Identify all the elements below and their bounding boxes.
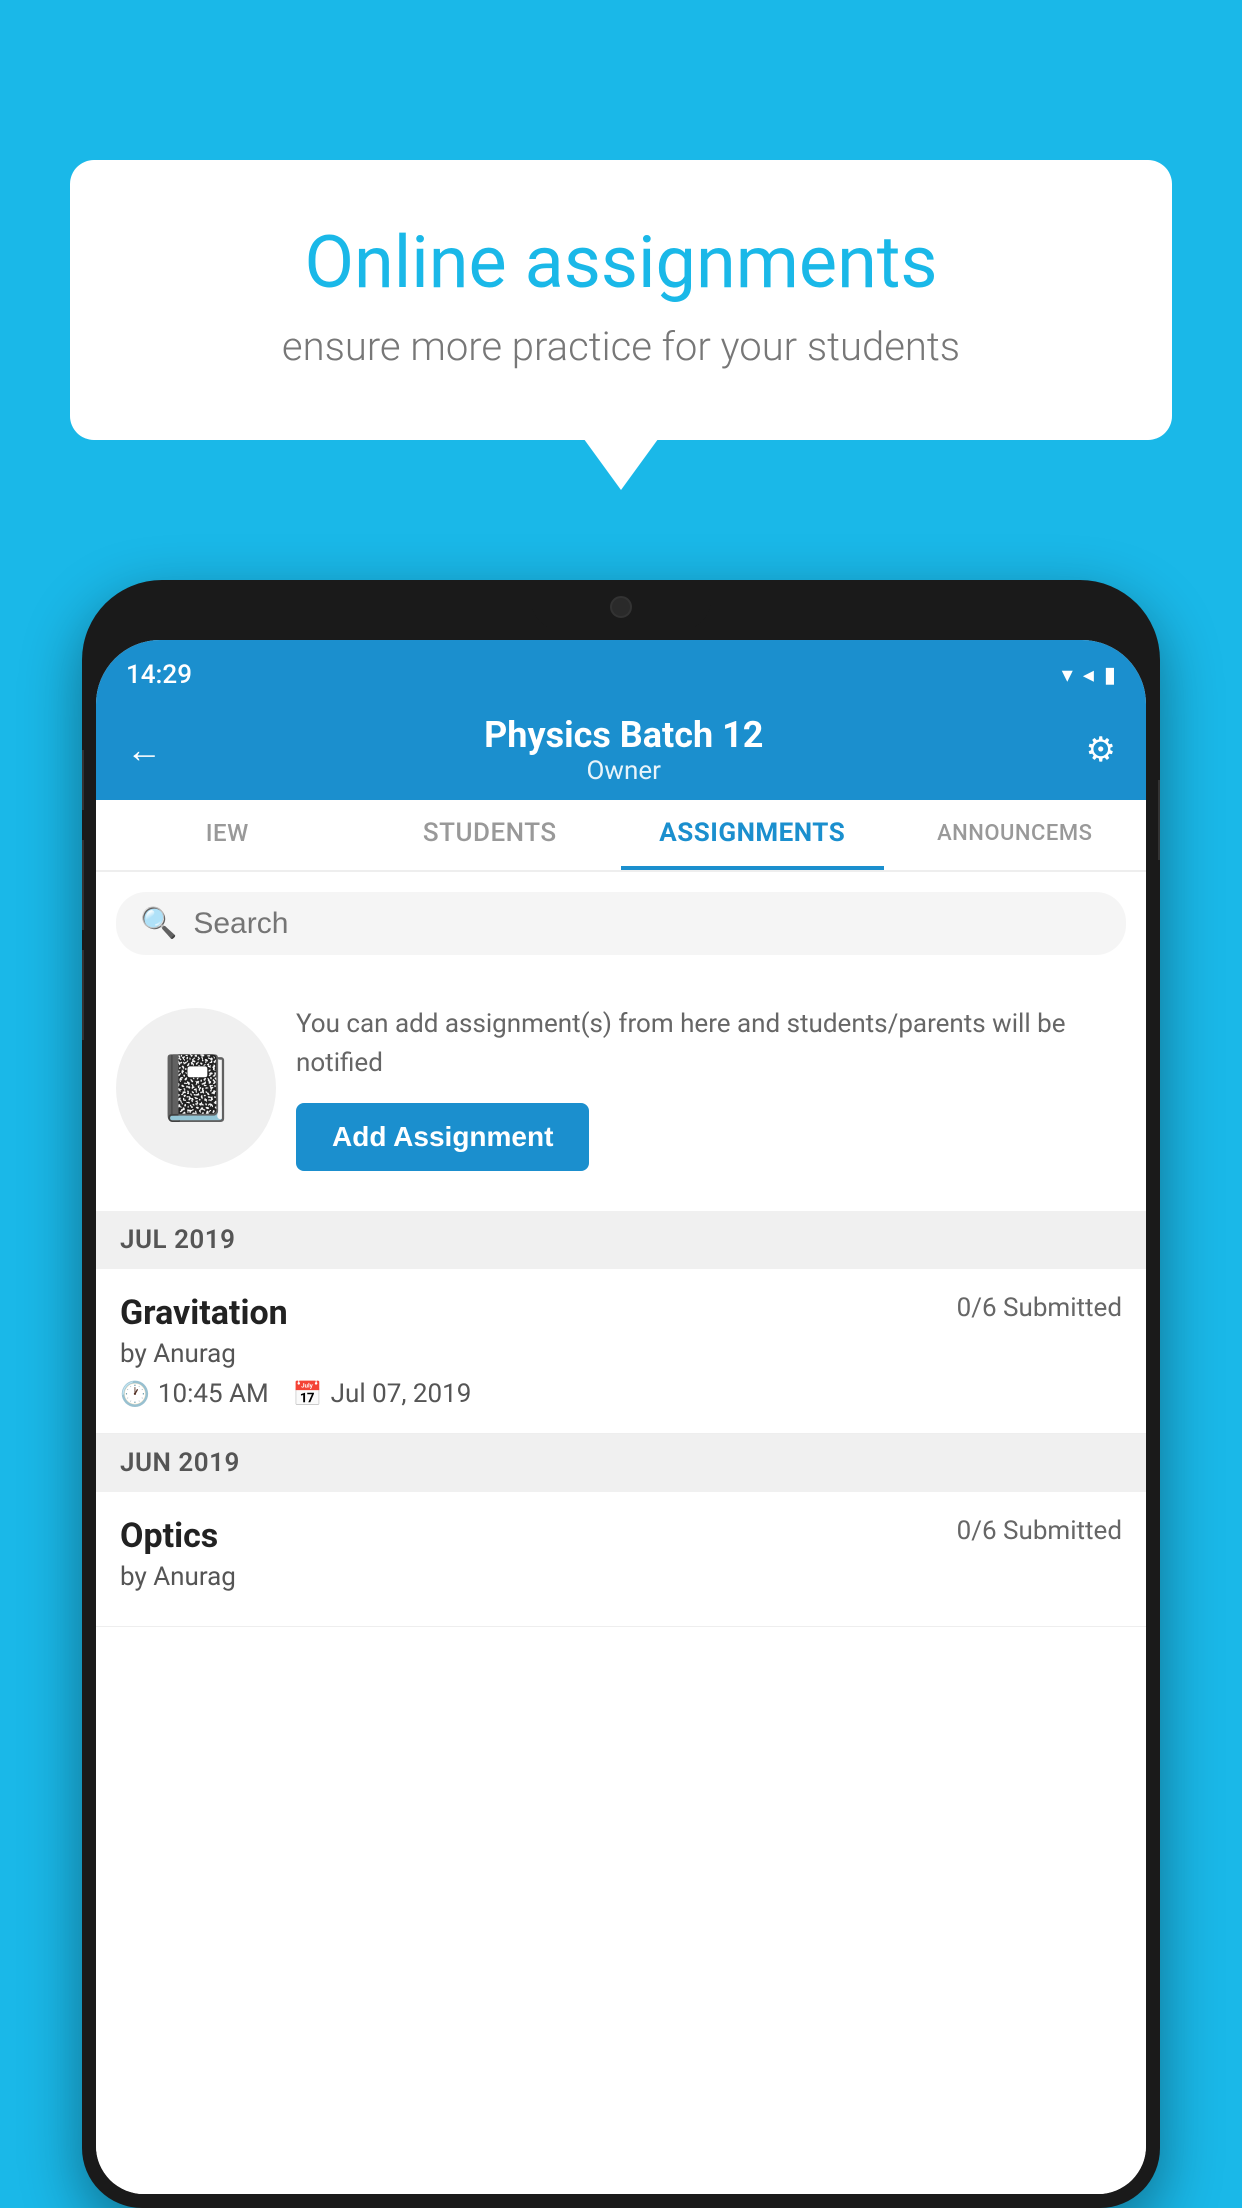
assignment-submitted-optics: 0/6 Submitted — [957, 1516, 1122, 1546]
assignment-placeholder-icon: 📓 — [116, 1008, 276, 1168]
assignment-date: 📅 Jul 07, 2019 — [293, 1379, 472, 1409]
assignment-row-top: Gravitation 0/6 Submitted — [120, 1293, 1122, 1333]
assignment-time-value: 10:45 AM — [158, 1379, 269, 1409]
assignment-item-optics[interactable]: Optics 0/6 Submitted by Anurag — [96, 1492, 1146, 1627]
app-header: ← Physics Batch 12 Owner ⚙ — [96, 700, 1146, 800]
assignment-item-gravitation[interactable]: Gravitation 0/6 Submitted by Anurag 🕐 10… — [96, 1269, 1146, 1434]
battery-icon: ▮ — [1104, 663, 1116, 688]
assignment-author: by Anurag — [120, 1339, 1122, 1369]
header-subtitle: Owner — [484, 756, 763, 786]
assignment-time: 🕐 10:45 AM — [120, 1379, 269, 1409]
speech-bubble: Online assignments ensure more practice … — [70, 160, 1172, 440]
phone-screen: 14:29 ▾ ◂ ▮ ← Physics Batch 12 Owner ⚙ I… — [96, 640, 1146, 2194]
settings-icon[interactable]: ⚙ — [1086, 730, 1116, 770]
header-title: Physics Batch 12 — [484, 714, 763, 756]
status-time: 14:29 — [126, 660, 192, 690]
tab-iew[interactable]: IEW — [96, 800, 359, 870]
search-input[interactable] — [193, 907, 1102, 941]
status-icons: ▾ ◂ ▮ — [1062, 663, 1116, 688]
assignment-date-value: Jul 07, 2019 — [331, 1379, 472, 1409]
speech-bubble-title: Online assignments — [150, 220, 1092, 305]
phone-camera — [610, 596, 632, 618]
assignment-title: Gravitation — [120, 1293, 288, 1333]
phone-mute-button — [82, 750, 84, 810]
app-body: 🔍 📓 You can add assignment(s) from here … — [96, 872, 1146, 2194]
add-assignment-button[interactable]: Add Assignment — [296, 1103, 589, 1171]
phone-notch — [531, 580, 711, 630]
tab-announcements[interactable]: ANNOUNCEMS — [884, 800, 1147, 870]
tabs: IEW STUDENTS ASSIGNMENTS ANNOUNCEMS — [96, 800, 1146, 872]
signal-icon: ◂ — [1083, 663, 1094, 688]
section-header-jul-2019: JUL 2019 — [96, 1211, 1146, 1269]
tab-assignments[interactable]: ASSIGNMENTS — [621, 800, 884, 870]
status-bar: 14:29 ▾ ◂ ▮ — [96, 640, 1146, 700]
search-bar[interactable]: 🔍 — [116, 892, 1126, 955]
empty-state: 📓 You can add assignment(s) from here an… — [96, 975, 1146, 1201]
speech-bubble-subtitle: ensure more practice for your students — [150, 323, 1092, 370]
assignment-submitted: 0/6 Submitted — [957, 1293, 1122, 1323]
search-icon: 🔍 — [140, 906, 177, 941]
notebook-icon: 📓 — [156, 1051, 236, 1126]
phone-volume-up-button — [82, 840, 84, 930]
empty-state-content: You can add assignment(s) from here and … — [296, 1005, 1126, 1171]
tab-students[interactable]: STUDENTS — [359, 800, 622, 870]
phone-volume-down-button — [82, 950, 84, 1040]
empty-state-description: You can add assignment(s) from here and … — [296, 1005, 1126, 1083]
assignment-author-optics: by Anurag — [120, 1562, 1122, 1592]
calendar-icon: 📅 — [293, 1380, 323, 1408]
phone-frame: 14:29 ▾ ◂ ▮ ← Physics Batch 12 Owner ⚙ I… — [82, 580, 1160, 2208]
assignment-title-optics: Optics — [120, 1516, 218, 1556]
phone-power-button — [1158, 780, 1160, 860]
back-button[interactable]: ← — [126, 729, 162, 771]
header-title-block: Physics Batch 12 Owner — [484, 714, 763, 786]
wifi-icon: ▾ — [1062, 663, 1073, 688]
assignment-meta: 🕐 10:45 AM 📅 Jul 07, 2019 — [120, 1379, 1122, 1409]
assignment-row-top-optics: Optics 0/6 Submitted — [120, 1516, 1122, 1556]
speech-bubble-container: Online assignments ensure more practice … — [70, 160, 1172, 440]
clock-icon: 🕐 — [120, 1380, 150, 1408]
section-header-jun-2019: JUN 2019 — [96, 1434, 1146, 1492]
